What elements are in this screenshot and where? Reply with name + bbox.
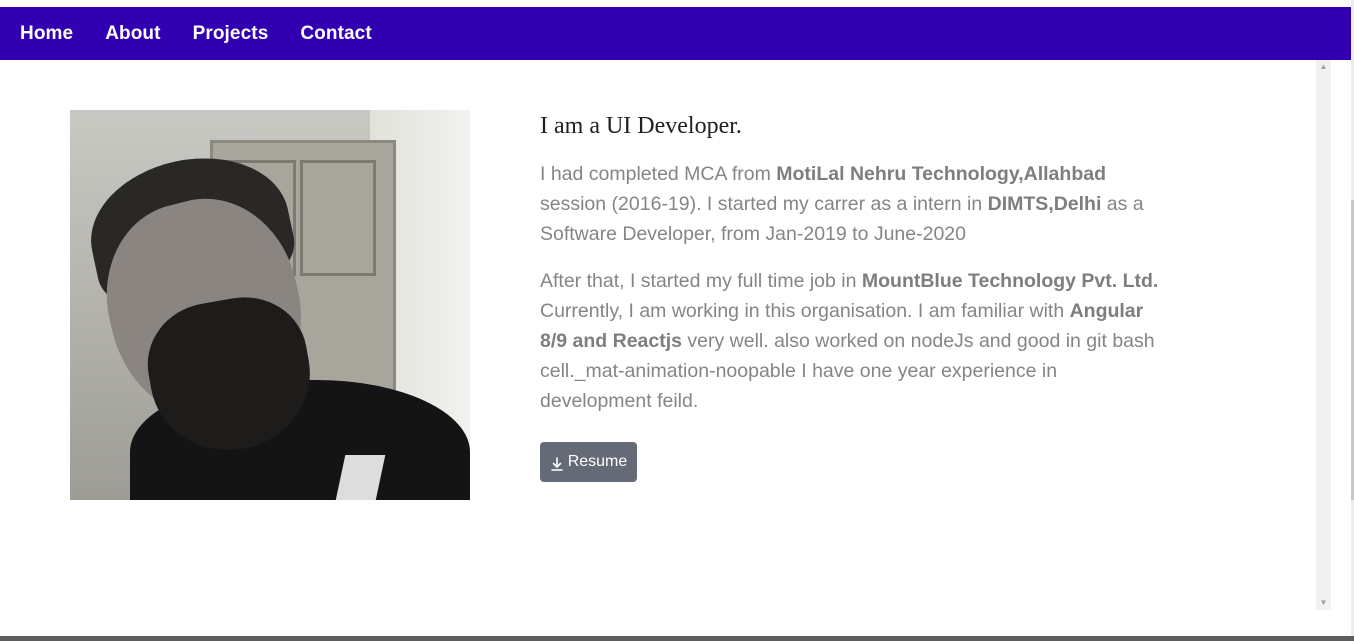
- scroll-down-arrow-icon[interactable]: ▼: [1316, 596, 1331, 610]
- nav-home-link[interactable]: Home: [20, 23, 73, 45]
- nav-projects-link[interactable]: Projects: [193, 23, 269, 45]
- content-scrollbar[interactable]: ▲ ▼: [1316, 60, 1331, 610]
- resume-download-button[interactable]: Resume: [540, 442, 637, 482]
- about-paragraph-education: I had completed MCA from MotiLal Nehru T…: [540, 159, 1170, 249]
- about-paragraph-job: After that, I started my full time job i…: [540, 266, 1170, 416]
- resume-button-label: Resume: [567, 453, 628, 470]
- about-p1-college: MotiLal Nehru Technology,Allahbad: [776, 163, 1106, 185]
- about-p2-company: MountBlue Technology Pvt. Ltd.: [861, 270, 1159, 292]
- profile-photo: [70, 110, 470, 500]
- download-icon: [550, 456, 563, 471]
- top-navbar: Home About Projects Contact: [0, 7, 1351, 60]
- about-heading: I am a UI Developer.: [540, 113, 742, 139]
- nav-about-link[interactable]: About: [105, 23, 160, 45]
- window-top-edge: [0, 0, 1354, 7]
- about-p1-text: I had completed MCA from: [540, 163, 777, 185]
- about-text: I am a UI Developer. I had completed MCA…: [540, 110, 1170, 416]
- about-p2-text: Currently, I am working in this organisa…: [540, 300, 1070, 322]
- about-p1-company: DIMTS,Delhi: [987, 193, 1102, 215]
- about-section: I am a UI Developer. I had completed MCA…: [0, 60, 1316, 610]
- photo-door-panel: [300, 160, 376, 276]
- about-p2-text: After that, I started my full time job i…: [540, 270, 862, 292]
- bottom-edge: [0, 636, 1354, 641]
- scroll-up-arrow-icon[interactable]: ▲: [1316, 60, 1331, 74]
- about-p1-text: session (2016-19). I started my carrer a…: [540, 193, 988, 215]
- nav-contact-link[interactable]: Contact: [300, 23, 371, 45]
